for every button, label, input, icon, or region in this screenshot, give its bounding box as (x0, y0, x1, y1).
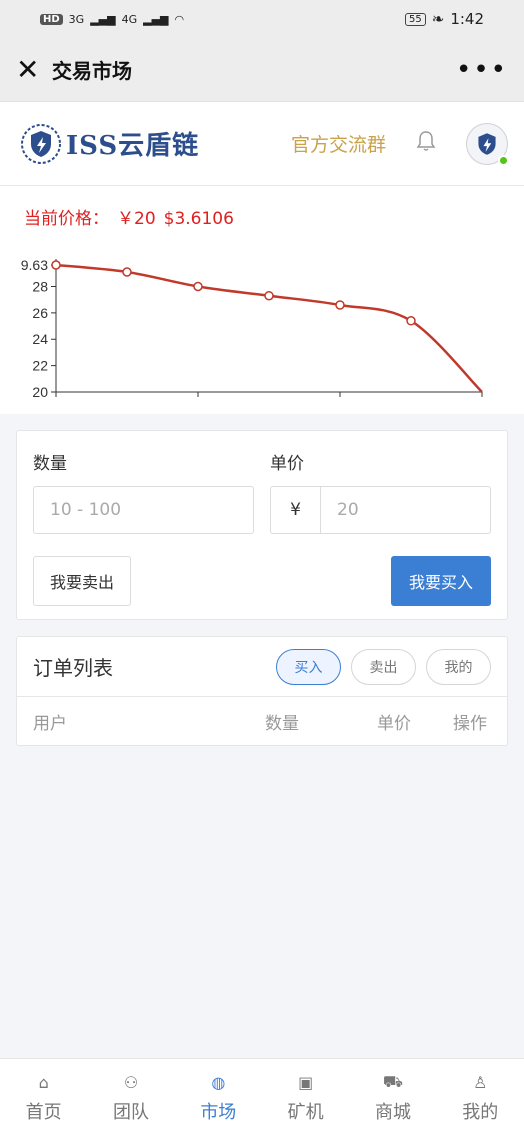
price-line-series (55, 263, 483, 393)
column-price: 单价 (377, 713, 411, 734)
tab-shop[interactable]: ⛟ 商城 (349, 1059, 436, 1136)
unit-price-value: 20 (337, 500, 359, 520)
leaf-icon: ❧ (431, 10, 445, 28)
data-point (335, 300, 345, 310)
segment-mine[interactable]: 我的 (426, 648, 491, 685)
home-icon: ⌂ (38, 1073, 49, 1092)
online-status-dot (498, 154, 509, 166)
globe-icon: ◍ (211, 1073, 226, 1092)
unit-price-input[interactable]: ¥ 20 (270, 486, 491, 534)
segment-buy[interactable]: 买入 (276, 648, 341, 685)
bell-icon[interactable] (416, 130, 436, 157)
clock-time: 1:42 (450, 10, 484, 28)
segment-sell[interactable]: 卖出 (351, 648, 416, 685)
tab-mine-label: 我的 (462, 1101, 499, 1123)
price-chart: 20 22 24 26 28 9.63 01-27 01-29 01-31 02-02 (21, 257, 500, 419)
cart-icon: ⛟ (382, 1072, 404, 1091)
y-tick-label: 28 (32, 278, 48, 294)
signal-bars-icon: ▂▄▆ (90, 12, 116, 26)
signal-bars-icon: ▂▄▆ (143, 12, 169, 26)
logo-text: ISS云盾链 (66, 131, 200, 161)
order-list-title: 订单列表 (33, 656, 113, 680)
current-price: 当前价格： ￥20 $3.6106 (24, 204, 508, 229)
price-panel: 当前价格： ￥20 $3.6106 20 22 24 26 28 9.63 01-27 01-29… (0, 186, 524, 419)
wifi-icon: ◠ (174, 12, 185, 26)
tab-mine[interactable]: ♙ 我的 (437, 1059, 524, 1136)
avatar[interactable] (466, 122, 509, 166)
data-point (406, 316, 416, 326)
currency-symbol: ¥ (271, 487, 321, 533)
x-tick-label: 01-31 (322, 403, 358, 405)
y-tick-label: 9.63 (21, 257, 48, 273)
y-tick-label: 20 (32, 384, 48, 400)
x-tick-label: 01-29 (180, 403, 216, 405)
column-user: 用户 (33, 713, 67, 734)
trade-form: 数量 10 - 100 单价 ¥ 20 我要卖出 我要买入 (16, 430, 508, 620)
tab-miner-label: 矿机 (287, 1101, 324, 1123)
sell-button[interactable]: 我要卖出 (33, 556, 132, 606)
app-header: ISS云盾链 官方交流群 (0, 102, 524, 186)
data-point (51, 260, 61, 270)
page-title: 交易市场 (52, 59, 132, 83)
data-point (193, 281, 203, 292)
tab-team[interactable]: ⚇ 团队 (87, 1059, 174, 1136)
tab-market-label: 市场 (200, 1101, 237, 1123)
y-tick-label: 24 (32, 331, 48, 347)
x-tick-label: 01-27 (38, 403, 74, 405)
x-tick-label: 02-02 (464, 403, 500, 405)
hd-indicator: HD (40, 13, 63, 25)
unit-price-label: 单价 (270, 454, 304, 474)
close-icon[interactable]: ✕ (16, 53, 52, 86)
order-table-header: 用户 数量 单价 操作 (17, 697, 507, 745)
official-group-link[interactable]: 官方交流群 (291, 130, 386, 157)
shield-logo-icon (21, 123, 61, 164)
tab-market[interactable]: ◍ 市场 (175, 1059, 262, 1136)
app-logo: ISS云盾链 (20, 123, 291, 165)
status-bar: HD 3G ▂▄▆ 4G ▂▄▆ ◠ 55 ❧ 1:42 (0, 0, 524, 38)
signal-4g: 4G (121, 12, 138, 26)
quantity-label: 数量 (33, 454, 67, 474)
price-cny: ￥20 (117, 209, 156, 229)
signal-3g: 3G (68, 12, 85, 26)
team-icon: ⚇ (123, 1073, 139, 1092)
column-action: 操作 (453, 713, 487, 734)
title-bar: ✕ 交易市场 ••• (0, 38, 524, 102)
tab-home[interactable]: ⌂ 首页 (0, 1059, 87, 1136)
battery-level: 55 (405, 12, 426, 26)
bottom-tab-bar: ⌂ 首页 ⚇ 团队 ◍ 市场 ▣ 矿机 ⛟ 商城 ♙ 我的 (0, 1058, 524, 1136)
y-tick-label: 22 (32, 358, 48, 374)
chip-icon: ▣ (298, 1073, 314, 1092)
tab-home-label: 首页 (25, 1101, 62, 1123)
tab-shop-label: 商城 (374, 1101, 411, 1123)
data-point (122, 267, 132, 277)
more-icon[interactable]: ••• (456, 55, 508, 85)
quantity-input[interactable]: 10 - 100 (33, 486, 254, 534)
buy-button[interactable]: 我要买入 (390, 556, 491, 606)
tab-team-label: 团队 (112, 1101, 149, 1123)
data-point (264, 290, 274, 301)
column-quantity: 数量 (265, 713, 299, 734)
quantity-placeholder: 10 - 100 (50, 500, 122, 520)
price-label: 当前价格： (24, 209, 109, 229)
price-usd: $3.6106 (163, 209, 234, 229)
y-tick-label: 26 (32, 305, 48, 321)
order-list: 订单列表 买入 卖出 我的 用户 数量 单价 操作 (16, 636, 508, 746)
tab-miner[interactable]: ▣ 矿机 (262, 1059, 349, 1136)
shield-avatar-icon (478, 132, 496, 155)
user-icon: ♙ (473, 1073, 488, 1092)
